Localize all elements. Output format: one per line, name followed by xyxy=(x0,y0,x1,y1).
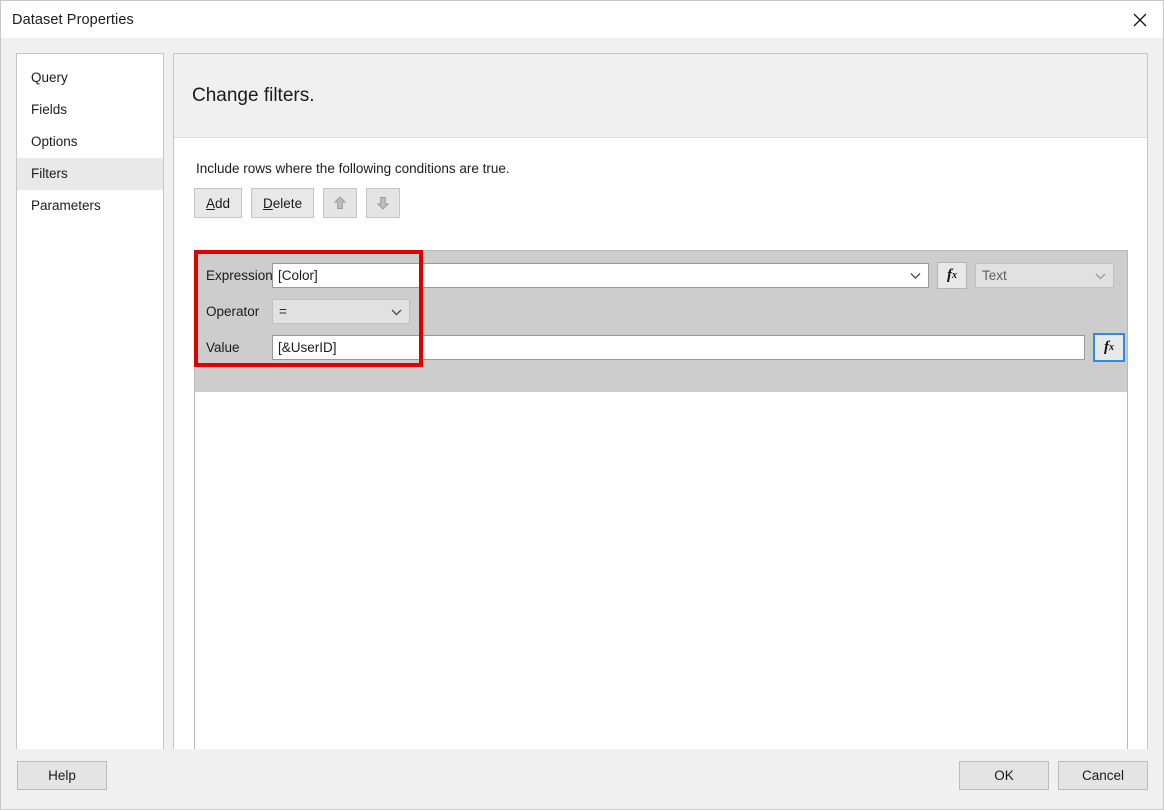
chevron-down-icon xyxy=(391,304,402,319)
expression-fx-sub: x xyxy=(952,270,957,281)
sidebar-item-parameters[interactable]: Parameters xyxy=(17,190,163,222)
title-bar: Dataset Properties xyxy=(1,1,1163,38)
add-label-rest: dd xyxy=(215,196,230,211)
dialog-body: Query Fields Options Filters Parameters … xyxy=(1,38,1163,749)
page-title: Change filters. xyxy=(192,85,315,107)
dialog-footer: Help OK Cancel xyxy=(1,749,1163,809)
instruction-text: Include rows where the following conditi… xyxy=(196,161,1147,176)
sidebar-nav: Query Fields Options Filters Parameters xyxy=(16,53,164,786)
expression-combobox[interactable] xyxy=(272,263,929,288)
sidebar-item-query[interactable]: Query xyxy=(17,62,163,94)
operator-row: Operator = xyxy=(195,293,1127,329)
operator-value: = xyxy=(279,304,287,319)
filter-row: Expression fx Text xyxy=(195,251,1127,392)
move-up-button[interactable] xyxy=(323,188,357,218)
close-icon xyxy=(1133,13,1147,27)
delete-button[interactable]: Delete xyxy=(251,188,314,218)
chevron-down-icon xyxy=(1095,268,1106,283)
expression-type-value: Text xyxy=(982,268,1007,283)
operator-label: Operator xyxy=(195,304,272,319)
content-panel: Change filters. Include rows where the f… xyxy=(173,53,1148,786)
sidebar-item-fields[interactable]: Fields xyxy=(17,94,163,126)
expression-input[interactable] xyxy=(272,263,929,288)
value-row: Value fx xyxy=(195,329,1127,365)
delete-accel: D xyxy=(263,196,273,211)
filter-grid-panel: Expression fx Text xyxy=(194,250,1128,772)
window-title: Dataset Properties xyxy=(12,12,134,28)
arrow-up-icon xyxy=(334,196,346,210)
expression-label: Expression xyxy=(195,268,272,283)
arrow-down-icon xyxy=(377,196,389,210)
add-accel: A xyxy=(206,196,215,211)
close-button[interactable] xyxy=(1117,1,1163,38)
sidebar-item-filters[interactable]: Filters xyxy=(17,158,163,190)
value-fx-button[interactable]: fx xyxy=(1093,333,1125,362)
expression-row: Expression fx Text xyxy=(195,251,1127,293)
add-button[interactable]: Add xyxy=(194,188,242,218)
value-fx-sub: x xyxy=(1109,342,1114,353)
delete-label-rest: elete xyxy=(273,196,302,211)
value-label: Value xyxy=(195,340,272,355)
dataset-properties-dialog: Dataset Properties Query Fields Options … xyxy=(0,0,1164,810)
move-down-button[interactable] xyxy=(366,188,400,218)
expression-type-dropdown[interactable]: Text xyxy=(975,263,1114,288)
cancel-button[interactable]: Cancel xyxy=(1058,761,1148,790)
ok-button[interactable]: OK xyxy=(959,761,1049,790)
value-input[interactable] xyxy=(272,335,1085,360)
operator-dropdown[interactable]: = xyxy=(272,299,410,324)
help-button[interactable]: Help xyxy=(17,761,107,790)
filter-toolbar: Add Delete xyxy=(194,188,1147,218)
expression-fx-button[interactable]: fx xyxy=(937,262,967,289)
content-header: Change filters. xyxy=(174,54,1147,138)
sidebar-item-options[interactable]: Options xyxy=(17,126,163,158)
